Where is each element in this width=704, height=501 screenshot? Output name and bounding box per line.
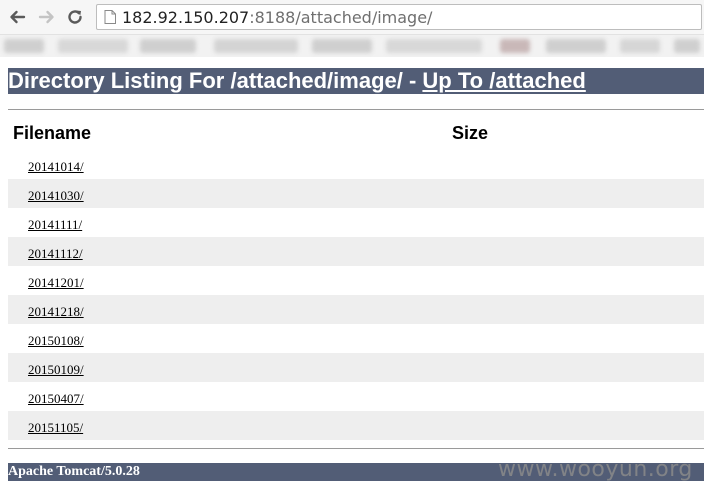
filename-column-header: Filename — [13, 123, 92, 143]
table-row: 20150407/ — [8, 382, 704, 411]
address-bar[interactable]: 182.92.150.207:8188/attached/image/ — [96, 4, 702, 30]
directory-link[interactable]: 20141014/ — [28, 159, 84, 175]
top-divider — [8, 109, 704, 110]
file-list: 20141014/ 20141030/ 20141111/ 20141112/ … — [8, 150, 704, 440]
forward-button[interactable] — [36, 6, 58, 28]
table-row: 20141111/ — [8, 208, 704, 237]
directory-link[interactable]: 20150407/ — [28, 391, 84, 407]
up-to-parent-link[interactable]: Up To /attached — [422, 68, 585, 93]
page-content: Directory Listing For /attached/image/ -… — [0, 57, 704, 501]
table-row: 20141014/ — [8, 150, 704, 179]
table-row: 20141201/ — [8, 266, 704, 295]
back-button[interactable] — [6, 6, 28, 28]
url-host: 182.92.150.207 — [122, 7, 250, 27]
table-row: 20150108/ — [8, 324, 704, 353]
watermark: www.wooyun.org — [498, 457, 693, 482]
reload-button[interactable] — [64, 6, 86, 28]
reload-icon — [68, 10, 82, 24]
url-path: :8188/attached/image/ — [249, 7, 433, 27]
table-row: 20141030/ — [8, 179, 704, 208]
table-row: 20150109/ — [8, 353, 704, 382]
directory-link[interactable]: 20141201/ — [28, 275, 84, 291]
directory-link[interactable]: 20150108/ — [28, 333, 84, 349]
directory-link[interactable]: 20141030/ — [28, 188, 84, 204]
directory-link[interactable]: 20141112/ — [28, 246, 83, 262]
table-row: 20141218/ — [8, 295, 704, 324]
directory-title-text: Directory Listing For /attached/image/ - — [8, 68, 423, 93]
url-text: 182.92.150.207:8188/attached/image/ — [122, 8, 432, 27]
table-row: 20141112/ — [8, 237, 704, 266]
directory-link[interactable]: 20141111/ — [28, 217, 82, 233]
table-row: 20151105/ — [8, 411, 704, 440]
back-arrow-icon — [10, 10, 26, 24]
directory-title: Directory Listing For /attached/image/ -… — [8, 68, 704, 94]
browser-toolbar: 182.92.150.207:8188/attached/image/ — [0, 0, 704, 35]
bookmarks-bar — [0, 35, 704, 57]
size-column-header: Size — [452, 123, 489, 143]
bottom-divider — [8, 448, 704, 449]
page-icon — [104, 10, 116, 24]
directory-link[interactable]: 20150109/ — [28, 362, 84, 378]
forward-arrow-icon — [38, 10, 54, 24]
directory-link[interactable]: 20151105/ — [28, 420, 83, 436]
directory-link[interactable]: 20141218/ — [28, 304, 84, 320]
